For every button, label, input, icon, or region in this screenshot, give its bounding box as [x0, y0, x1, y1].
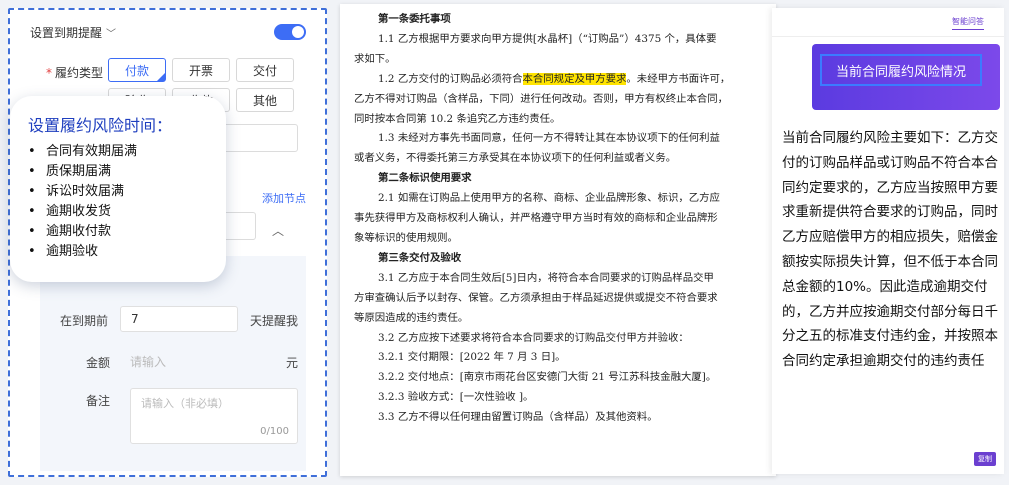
selected-corner-icon: [157, 73, 165, 81]
paragraph-text: 。未经甲方书面许可，: [626, 72, 731, 85]
list-item: 质保期届满: [28, 162, 208, 182]
paragraph: 1.1 乙方根据甲方要求向甲方提供[水晶杯]（“订购品”）4375 个，具体要: [378, 32, 717, 45]
amount-unit: 元: [286, 356, 299, 370]
type-button-invoice[interactable]: 开票: [172, 58, 230, 82]
paragraph: 求如下。: [354, 52, 396, 65]
list-item: 合同有效期届满: [28, 142, 208, 162]
type-button-delivery[interactable]: 交付: [236, 58, 294, 82]
amount-input[interactable]: 请输入: [120, 348, 270, 374]
type-button-label: 开票: [188, 63, 213, 78]
paragraph: 事先获得甲方及商标权利人确认，并严格遵守甲方当时有效的商标和企业品牌形: [354, 212, 718, 225]
before-days-input[interactable]: 7: [120, 306, 238, 332]
risk-query-button[interactable]: 当前合同履约风险情况: [820, 54, 982, 86]
note-textarea[interactable]: 请输入（非必填） 0/100: [130, 388, 298, 444]
paragraph: 方审查确认后予以封存、保管。乙方须承担由于样品延迟提供或提交不符合要求: [354, 291, 718, 304]
divider: [772, 36, 1004, 37]
paragraph: 3.2.1 交付期限：[2022 年 7 月 3 日]。: [378, 351, 566, 364]
type-button-other[interactable]: 其他: [236, 88, 294, 112]
paragraph: 同时按本合同第 10.2 条追究乙方违约责任。: [354, 112, 561, 125]
before-label: 在到期前: [60, 314, 109, 328]
type-button-label: 交付: [252, 63, 277, 78]
tab-smart-qa[interactable]: 智能问答: [952, 16, 984, 30]
reminder-toggle[interactable]: [274, 24, 306, 40]
reminder-title[interactable]: 设置到期提醒 ﹀: [30, 24, 116, 41]
chevron-up-icon[interactable]: ︿: [272, 222, 284, 239]
contract-document: 第一条委托事项 1.1 乙方根据甲方要求向甲方提供[水晶杯]（“订购品”）437…: [340, 4, 776, 476]
paragraph: 等原因造成的违约责任。: [354, 311, 469, 324]
paragraph: 3.2.3 验收方式：[一次性验收 ]。: [378, 391, 534, 404]
list-item: 诉讼时效届满: [28, 182, 208, 202]
copy-button[interactable]: 复制: [974, 452, 996, 466]
hidden-input[interactable]: [220, 124, 298, 152]
highlighted-clause[interactable]: 本合同规定及甲方要求: [522, 72, 627, 85]
paragraph: 3.1 乙方应于本合同生效后[5]日内，将符合本合同要求的订购品样品交甲: [378, 271, 714, 284]
type-button-label: 其他: [252, 93, 277, 108]
toggle-knob: [292, 26, 304, 38]
amount-label: 金额: [86, 356, 111, 370]
ai-answer-text: 当前合同履约风险主要如下：乙方交付的订购品样品或订购品不符合本合同约定要求的，乙…: [782, 130, 998, 370]
callout-title: 设置履约风险时间：: [28, 116, 173, 135]
risk-time-list: 合同有效期届满 质保期届满 诉讼时效届满 逾期收发货 逾期收付款 逾期验收: [28, 142, 208, 262]
type-label: * 履约类型: [46, 64, 103, 81]
type-label-text: 履约类型: [55, 66, 104, 80]
paragraph: 1.3 未经对方事先书面同意，任何一方不得转让其在本协议项下的任何利益: [378, 132, 720, 145]
before-suffix: 天提醒我: [250, 314, 299, 328]
note-label: 备注: [86, 394, 111, 408]
paragraph-text: 1.2 乙方交付的订购品必须符合: [378, 72, 523, 85]
add-node-link[interactable]: 添加节点: [262, 190, 306, 206]
section-heading: 第三条交付及验收: [378, 251, 462, 264]
section-heading: 第一条委托事项: [378, 13, 451, 25]
reminder-title-text: 设置到期提醒: [30, 26, 103, 40]
type-button-label: 付款: [124, 63, 149, 78]
note-placeholder: 请输入（非必填）: [141, 397, 229, 410]
paragraph: 3.2.2 交付地点：[南京市雨花台区安德门大街 21 号江苏科技金融大厦]。: [378, 371, 717, 384]
list-item: 逾期收付款: [28, 222, 208, 242]
type-button-payment[interactable]: 付款: [108, 58, 166, 82]
paragraph: 2.1 如需在订购品上使用甲方的名称、商标、企业品牌形象、标识，乙方应: [378, 192, 720, 205]
paragraph: 乙方不得对订购品（含样品，下同）进行任何改动。否则，甲方有权终止本合同，: [354, 92, 729, 105]
required-mark: *: [46, 66, 52, 80]
ai-qa-panel: 智能问答 当前合同履约风险情况 当前合同履约风险主要如下：乙方交付的订购品样品或…: [772, 8, 1004, 474]
reminder-form: 在到期前 7 天提醒我 金额 请输入 元 备注 请输入（非必填） 0/100: [40, 256, 306, 471]
paragraph: 或者义务，不得委托第三方承受其在本协议项下的任何利益或者义务。: [354, 152, 677, 165]
note-char-count: 0/100: [260, 426, 289, 437]
chevron-down-icon[interactable]: ﹀: [106, 25, 116, 40]
risk-time-callout: 设置履约风险时间： 合同有效期届满 质保期届满 诉讼时效届满 逾期收发货 逾期收…: [10, 96, 226, 282]
list-item: 逾期验收: [28, 242, 208, 262]
paragraph: 3.3 乙方不得以任何理由留置订购品（含样品）及其他资料。: [378, 411, 658, 424]
section-heading: 第二条标识使用要求: [378, 172, 472, 185]
paragraph-highlighted: 1.2 乙方交付的订购品必须符合本合同规定及甲方要求。未经甲方书面许可，: [354, 70, 762, 90]
list-item: 逾期收发货: [28, 202, 208, 222]
paragraph: 3.2 乙方应按下述要求将符合本合同要求的订购品交付甲方并验收：: [378, 331, 689, 344]
paragraph: 象等标识的使用规则。: [354, 231, 458, 244]
